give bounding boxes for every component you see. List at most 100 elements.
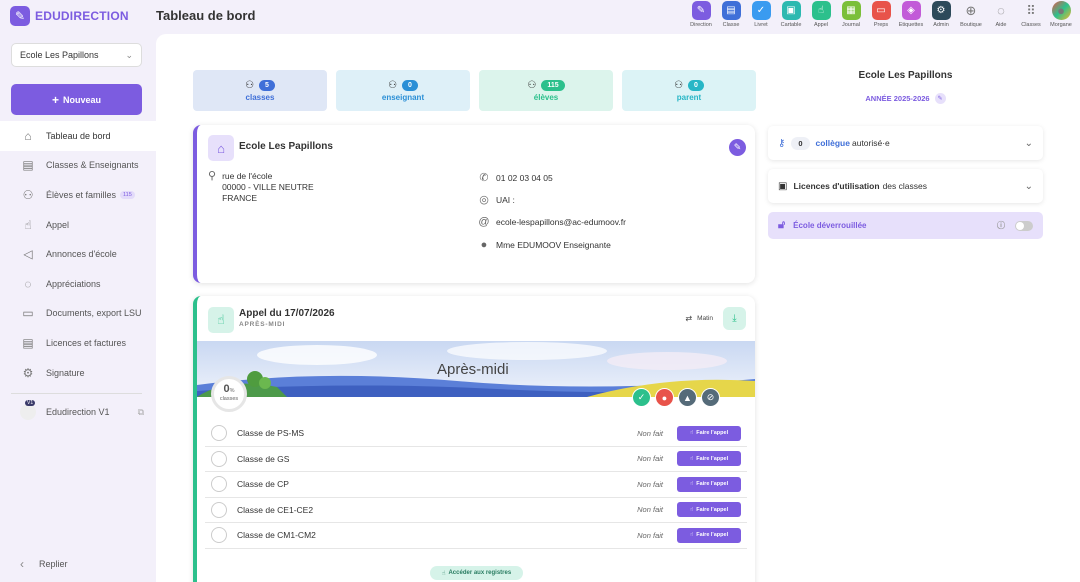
faire-appel-button[interactable]: ☝ Faire l'appel bbox=[677, 451, 741, 467]
gauge-label: classes bbox=[219, 396, 239, 402]
stat-élèves[interactable]: ⚇ 115 élèves bbox=[479, 70, 613, 111]
faire-appel-label: Faire l'appel bbox=[696, 506, 729, 513]
edit-school-button[interactable]: ✎ bbox=[729, 139, 746, 156]
graduation-cap-icon[interactable]: ▲ bbox=[678, 388, 697, 407]
class-checkbox[interactable] bbox=[211, 476, 227, 493]
export-button[interactable]: ⤓ bbox=[723, 307, 746, 330]
registres-label: Accéder aux registres bbox=[448, 570, 512, 576]
unlock-toggle[interactable] bbox=[1015, 220, 1033, 231]
absent-person-icon[interactable]: ● bbox=[655, 388, 674, 407]
stat-classes[interactable]: ⚇ 5 classes bbox=[193, 70, 327, 111]
hand-icon: ☝ bbox=[689, 532, 694, 539]
app-classes[interactable]: ⠿ Classes bbox=[1016, 1, 1046, 29]
sidebar-item-documents-export-lsu[interactable]: ▭ Documents, export LSU bbox=[0, 299, 156, 329]
sidebar-item-label: Tableau de bord bbox=[46, 130, 111, 141]
hand-icon: ☝ bbox=[689, 455, 694, 462]
app-label: Cartable bbox=[780, 22, 802, 28]
sidebar-item-signature[interactable]: ⚙ Signature bbox=[0, 358, 156, 388]
school-select-value: Ecole Les Papillons bbox=[20, 50, 99, 60]
app-livret[interactable]: ✓ Livret bbox=[746, 1, 776, 28]
replier-label: Replier bbox=[39, 559, 68, 569]
main-content: ⚇ 5 classes ⚇ 0 enseignant ⚇ 115 élèves ⚇ 0 parent … bbox=[156, 34, 1080, 582]
pencil-icon: ✎ bbox=[10, 6, 30, 26]
sidebar: Ecole Les Papillons ⌄ + Nouveau ⌂ Tableau… bbox=[0, 34, 156, 582]
stat-parent[interactable]: ⚇ 0 parent bbox=[622, 70, 756, 111]
stat-label: élèves bbox=[533, 92, 559, 102]
top-bar: ✎ EDUDIRECTION Tableau de bord ✎ Directio… bbox=[0, 0, 1080, 34]
school-email: @ ecole-lespapillons@ac-edumoov.fr bbox=[478, 216, 626, 228]
sidebar-item-licences-et-factures[interactable]: ▤ Licences et factures bbox=[0, 328, 156, 358]
check-icon: ✓ bbox=[751, 1, 771, 20]
sidebar-item-classes-enseignants[interactable]: ▤ Classes & Enseignants bbox=[0, 151, 156, 181]
label-icon: ◈ bbox=[901, 1, 921, 20]
class-checkbox[interactable] bbox=[211, 527, 227, 544]
license-icon: ▤ bbox=[22, 335, 34, 350]
faire-appel-button[interactable]: ☝ Faire l'appel bbox=[677, 425, 741, 441]
faire-appel-label: Faire l'appel bbox=[696, 455, 729, 462]
stat-value: 115 bbox=[541, 79, 565, 91]
app-morgane[interactable]: ● Morgane bbox=[1046, 1, 1076, 28]
app-journal[interactable]: ▦ Journal bbox=[836, 1, 866, 28]
app-classe[interactable]: ▤ Classe bbox=[716, 1, 746, 28]
grid-icon: ⠿ bbox=[1026, 2, 1036, 18]
chat-icon: ◌ bbox=[997, 3, 1005, 18]
app-appel[interactable]: ☝ Appel bbox=[806, 1, 836, 28]
stat-label: classes bbox=[245, 92, 275, 102]
sidebar-item-edudirection-v1[interactable]: V1 Edudirection V1 ⧉ bbox=[20, 400, 144, 420]
hand-icon: ☝ bbox=[811, 1, 831, 20]
fingerprint-icon: ◎ bbox=[479, 194, 489, 206]
file-download-icon: ⤓ bbox=[732, 313, 737, 324]
faire-appel-button[interactable]: ☝ Faire l'appel bbox=[677, 527, 741, 543]
class-checkbox[interactable] bbox=[211, 450, 227, 467]
app-aide[interactable]: ◌ Aide bbox=[986, 1, 1016, 28]
class-row: Classe de PS-MS Non fait ☝ Faire l'appel bbox=[205, 421, 747, 447]
app-label: Classes bbox=[1021, 22, 1041, 28]
pencil-icon[interactable]: ✎ bbox=[934, 93, 946, 104]
gear-icon: ⚙ bbox=[931, 1, 951, 20]
board-icon: ▤ bbox=[721, 1, 741, 20]
app-boutique[interactable]: ⊕ Boutique bbox=[956, 1, 986, 29]
sidebar-item-appel[interactable]: ☝ Appel bbox=[0, 210, 156, 240]
key-icon: ⚷ bbox=[778, 137, 786, 149]
address-line: 00000 - VILLE NEUTRE bbox=[222, 182, 314, 192]
stat-enseignant[interactable]: ⚇ 0 enseignant bbox=[336, 70, 470, 111]
stat-value: 0 bbox=[688, 79, 704, 91]
class-checkbox[interactable] bbox=[211, 501, 227, 518]
faire-appel-label: Faire l'appel bbox=[696, 430, 729, 437]
sidebar-item-tableau-de-bord[interactable]: ⌂ Tableau de bord bbox=[0, 121, 156, 151]
sidebar-item-élèves-et-familles[interactable]: ⚇ Élèves et familles 115 bbox=[0, 180, 156, 210]
sidebar-item-label: Documents, export LSU bbox=[46, 308, 142, 319]
info-icon: ⓘ bbox=[997, 221, 1005, 230]
school-select[interactable]: Ecole Les Papillons ⌄ bbox=[11, 43, 142, 67]
board-icon: ▤ bbox=[22, 158, 34, 173]
authorized-colleagues-accordion[interactable]: ⚷ 0 collègue autorisé·e ⌄ bbox=[768, 126, 1043, 160]
app-etiquettes[interactable]: ◈ Etiquettes bbox=[896, 1, 926, 28]
family-icon: ⚇ bbox=[22, 187, 34, 202]
gear-icon: ⚙ bbox=[22, 365, 34, 380]
sidebar-item-appréciations[interactable]: ◌ Appréciations bbox=[0, 269, 156, 299]
app-preps[interactable]: ▭ Preps bbox=[866, 1, 896, 28]
school-card: ⌂ Ecole Les Papillons ✎ ⚲ rue de l'école… bbox=[193, 125, 755, 283]
address-line: rue de l'école bbox=[222, 171, 273, 181]
class-checkbox[interactable] bbox=[211, 425, 227, 442]
registres-button[interactable]: ☝ Accéder aux registres bbox=[430, 566, 523, 580]
divider bbox=[11, 393, 142, 394]
app-logo[interactable]: ✎ EDUDIRECTION bbox=[10, 6, 129, 26]
faire-appel-button[interactable]: ☝ Faire l'appel bbox=[677, 476, 741, 492]
app-cartable[interactable]: ▣ Cartable bbox=[776, 1, 806, 28]
app-admin[interactable]: ⚙ Admin bbox=[926, 1, 956, 28]
collapse-sidebar-button[interactable]: ‹ Replier bbox=[20, 557, 68, 571]
home-icon: ⌂ bbox=[24, 128, 32, 143]
faire-appel-label: Faire l'appel bbox=[696, 481, 729, 488]
megaphone-icon: ◁ bbox=[23, 247, 33, 262]
sidebar-item-annonces-d-école[interactable]: ◁ Annonces d'école bbox=[0, 239, 156, 269]
new-button[interactable]: + Nouveau bbox=[11, 84, 142, 115]
switch-period-button[interactable]: ⇄ Matin bbox=[685, 314, 713, 323]
check-icon[interactable]: ✓ bbox=[632, 388, 651, 407]
class-name: Classe de CM1-CM2 bbox=[237, 530, 316, 541]
licences-accordion[interactable]: ▣ Licences d'utilisation des classes ⌄ bbox=[768, 169, 1043, 203]
count-badge: 115 bbox=[120, 190, 135, 199]
faire-appel-button[interactable]: ☝ Faire l'appel bbox=[677, 502, 741, 518]
blocked-icon[interactable]: ⊘ bbox=[701, 388, 720, 407]
app-direction[interactable]: ✎ Direction bbox=[686, 1, 716, 28]
